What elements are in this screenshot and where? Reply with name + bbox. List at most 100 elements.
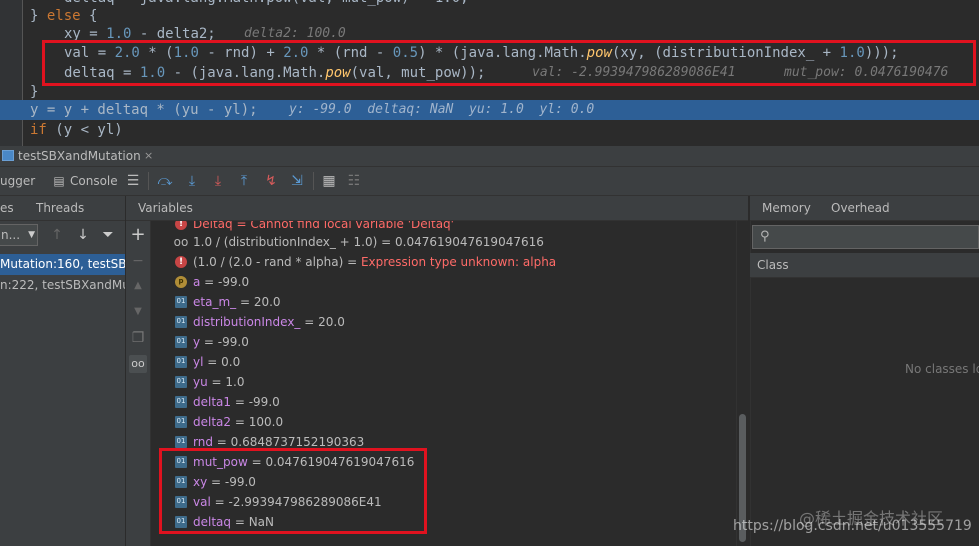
code-text: y = y + deltaq * (yu - yl); (30, 102, 258, 118)
tab-memory[interactable]: Memory (762, 196, 811, 220)
remove-watch-icon[interactable]: − (129, 252, 147, 270)
toolbar-separator (313, 172, 314, 190)
memory-search-input[interactable] (752, 225, 979, 249)
variable-row[interactable]: oo 1.0 / (distributionIndex_ + 1.0) = 0.… (151, 232, 736, 252)
drop-frame-icon[interactable]: ↯ (262, 172, 280, 190)
filter-icon[interactable]: ⏷ (99, 226, 117, 244)
code-text: } (30, 84, 39, 100)
add-watch-icon[interactable]: + (129, 226, 147, 244)
frame-label: n:222, testSBXandMut (0, 278, 125, 292)
variable-sep: = (236, 295, 254, 309)
duplicate-icon[interactable]: ❐ (129, 329, 147, 347)
variable-row[interactable]: 01 yl = 0.0 (151, 352, 736, 372)
variable-sep: = (343, 255, 361, 269)
variable-sep: = (231, 395, 249, 409)
variable-row[interactable]: 01 y = -99.0 (151, 332, 736, 352)
frame-label: Mutation:160, testSBXa (0, 257, 125, 271)
frame-item[interactable]: n:222, testSBXandMut (0, 275, 125, 296)
tab-overhead[interactable]: Overhead (831, 196, 890, 220)
class-column-label: Class (757, 258, 789, 272)
variable-row[interactable]: 01 yu = 1.0 (151, 372, 736, 392)
memory-empty-text: No classes lo (905, 362, 979, 376)
code-text: } (30, 8, 47, 24)
field-icon: 01 (175, 416, 187, 428)
variable-value: 0.047619047619047616 (395, 235, 544, 249)
variable-name: eta_m_ (193, 295, 237, 309)
variable-value: Expression type unknown: alpha (360, 255, 557, 269)
move-up-icon[interactable]: ▲ (129, 277, 147, 295)
field-icon: 01 (175, 316, 187, 328)
error-icon: ! (175, 256, 187, 268)
variable-name: yl (193, 355, 204, 369)
menu-lines-icon[interactable]: ☰ (124, 172, 142, 190)
variables-header: Variables (126, 196, 748, 221)
variable-sep: = (232, 221, 251, 231)
debug-config-icon (2, 150, 14, 161)
show-execution-point-icon[interactable]: ⤼ (156, 172, 174, 190)
arrow-up-icon[interactable]: ↑ (48, 226, 66, 244)
variable-value: 1.0 (225, 375, 245, 389)
watermark-csdn: https://blog.csdn.net/u013555719 (733, 518, 972, 534)
variable-name: 1.0 / (distributionIndex_ + 1.0) (193, 235, 378, 249)
variable-sep: = (212, 435, 231, 449)
variable-name: distributionIndex_ (193, 315, 301, 329)
variable-row[interactable]: 01 eta_m_ = 20.0 (151, 292, 736, 312)
field-icon: 01 (175, 376, 187, 388)
trace-icon[interactable]: ☷ (345, 172, 363, 190)
class-column-header[interactable]: Class (750, 253, 979, 278)
variable-value: -99.0 (217, 335, 249, 349)
code-editor[interactable]: deltaq = java.lang.Math.pow(val, mut_pow… (0, 0, 979, 146)
memory-header: Memory Overhead (750, 196, 979, 221)
variable-name: delta2 (193, 415, 232, 429)
variable-name: Deltaq (193, 221, 233, 231)
step-into-icon[interactable]: ⤓ (209, 172, 227, 190)
step-over-icon[interactable]: ⤓ (183, 172, 201, 190)
console-icon: ▤ (53, 174, 65, 188)
step-out-icon[interactable]: ⤒ (235, 172, 253, 190)
run-to-cursor-icon[interactable]: ⇲ (288, 172, 306, 190)
frames-threads-header: es Threads (0, 196, 125, 221)
variable-row[interactable]: ! (1.0 / (2.0 - rand * alpha) = Expressi… (151, 252, 736, 272)
variable-value: 20.0 (318, 315, 345, 329)
variable-sep: = (231, 415, 249, 429)
move-down-icon[interactable]: ▼ (129, 303, 147, 321)
variables-side-toolbar: + − ▲ ▼ ❐ oo (126, 221, 151, 546)
variable-row[interactable]: 01 distributionIndex_ = 20.0 (151, 312, 736, 332)
tab-console[interactable]: Console (70, 167, 118, 195)
tab-debugger[interactable]: ugger (0, 167, 35, 195)
search-icon: ⚲ (760, 229, 770, 244)
variable-sep: = (200, 275, 219, 289)
tab-label: testSBXandMutation (18, 149, 141, 163)
variable-value: -99.0 (248, 395, 280, 409)
tab-threads[interactable]: Threads (36, 196, 84, 220)
error-icon: ! (175, 221, 187, 230)
variable-name: (1.0 / (2.0 - rand * alpha) (193, 255, 344, 269)
keyword-else: else (46, 8, 81, 24)
variable-value: -99.0 (218, 275, 250, 289)
code-text: { (80, 8, 98, 24)
inline-debug-hint: y: -99.0 deltaq: NaN yu: 1.0 yl: 0.0 (289, 102, 595, 117)
variable-value: 0.6848737152190363 (230, 435, 365, 449)
variable-name: yu (193, 375, 208, 389)
field-icon: 01 (175, 296, 187, 308)
glasses-watch-icon[interactable]: oo (129, 355, 147, 373)
current-execution-line: y = y + deltaq * (yu - yl); y: -99.0 del… (0, 100, 979, 120)
frame-item[interactable]: Mutation:160, testSBXa (0, 254, 125, 275)
debugger-toolbar: ugger ▤ Console ☰ ⤼ ⤓ ⤓ ⤒ ↯ ⇲ ▦ ☷ (0, 167, 979, 196)
field-icon: 01 (175, 356, 187, 368)
variable-row[interactable]: p a = -99.0 (151, 272, 736, 292)
variable-row[interactable]: 01 delta1 = -99.0 (151, 392, 736, 412)
code-line-else: } else { (0, 6, 979, 26)
variable-row[interactable]: 01 delta2 = 100.0 (151, 412, 736, 432)
tab-frames[interactable]: es (0, 196, 14, 220)
code-text: (y < yl) (46, 122, 123, 138)
close-icon[interactable]: × (144, 146, 153, 166)
tab-testsbxandmutation[interactable]: testSBXandMutation (0, 146, 141, 166)
chevron-down-icon: ▼ (28, 230, 35, 240)
field-icon: 01 (175, 336, 187, 348)
thread-select[interactable]: n... ▼ (0, 224, 38, 246)
frames-panel: n... ▼ ↑ ↓ ⏷ Mutation:160, testSBXa n:22… (0, 221, 125, 546)
evaluate-expression-icon[interactable]: ▦ (320, 172, 338, 190)
arrow-down-icon[interactable]: ↓ (74, 226, 92, 244)
run-tab-bar: testSBXandMutation × (0, 146, 979, 167)
